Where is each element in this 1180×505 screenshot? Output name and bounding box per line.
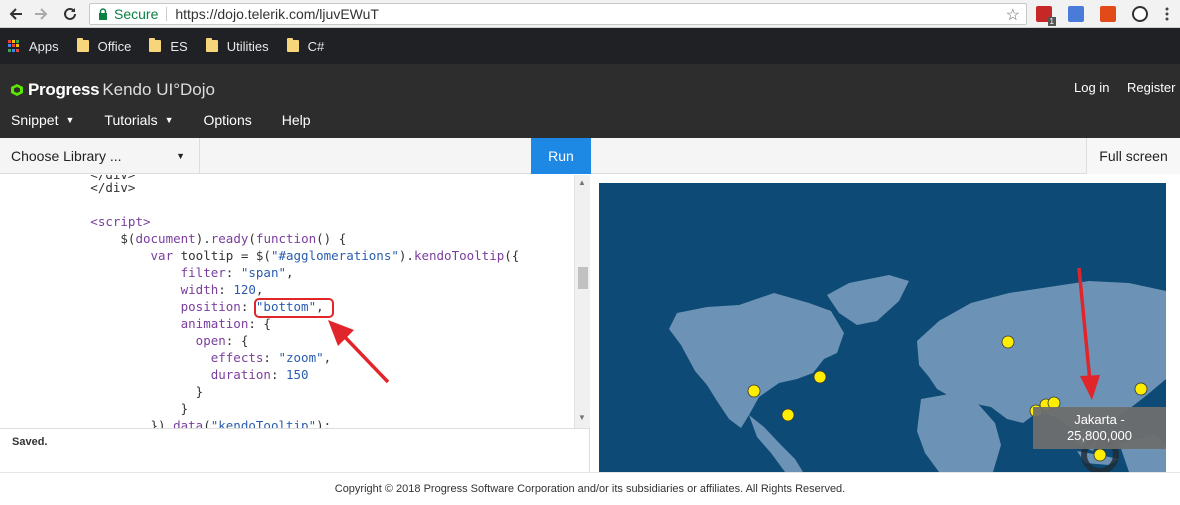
reload-icon[interactable]: [60, 4, 80, 24]
menu-snippet[interactable]: Snippet ▼: [11, 112, 74, 128]
code-line: animation: {: [0, 316, 271, 331]
page-footer: Copyright © 2018 Progress Software Corpo…: [0, 472, 1180, 496]
menu-label: Help: [281, 112, 311, 128]
bookmark-csharp[interactable]: C#: [286, 38, 325, 54]
library-select[interactable]: Choose Library ... ▼: [0, 138, 200, 174]
bookmark-es[interactable]: ES: [149, 38, 188, 54]
code-line: duration: 150: [0, 367, 309, 382]
code-line: var tooltip = $("#agglomerations").kendo…: [0, 248, 520, 263]
folder-icon: [149, 38, 162, 52]
north-america-shape: [669, 293, 844, 428]
bookmarks-bar: Apps Office ES Utilities C#: [0, 28, 1180, 64]
bookmark-label: Utilities: [226, 38, 269, 54]
central-america-shape: [749, 415, 803, 472]
code-line: filter: "span",: [0, 265, 294, 280]
editor-toolbar: Choose Library ... ▼ Run Full screen: [0, 138, 1180, 174]
menu-label: Options: [203, 112, 252, 128]
brand-logo[interactable]: Progress Kendo UI°Dojo: [10, 80, 215, 100]
editor-scrollbar[interactable]: ▲ ▼: [574, 175, 590, 428]
chrome-menu-icon[interactable]: [1157, 4, 1177, 24]
annotation-highlight-box: [254, 298, 334, 318]
bookmark-label: C#: [307, 38, 325, 54]
tooltip-population: 25,800,000: [1066, 428, 1133, 443]
bookmark-label: Apps: [29, 38, 59, 54]
bookmark-utilities[interactable]: Utilities: [205, 38, 269, 54]
city-marker: [747, 384, 761, 398]
brand-progress: Progress: [28, 80, 100, 99]
folder-icon: [205, 38, 218, 52]
code-line: }).data("kendoTooltip");: [0, 418, 332, 428]
extension-badge: 1: [1047, 17, 1056, 26]
code-line: }: [0, 401, 189, 416]
privacy-extension-icon[interactable]: [1132, 6, 1148, 22]
folder-icon: [76, 38, 89, 52]
menu-help[interactable]: Help: [282, 112, 311, 128]
lock-icon: [99, 8, 107, 20]
code-line: open: {: [0, 333, 249, 348]
city-marker: [781, 408, 795, 422]
ublock-extension-icon[interactable]: 1: [1036, 6, 1056, 26]
code-editor[interactable]: </div> </div> <script> $(document).ready…: [0, 175, 590, 428]
bookmark-apps[interactable]: Apps: [8, 39, 59, 54]
browser-toolbar: Secure https://dojo.telerik.com/ljuvEWuT…: [0, 0, 1180, 28]
bookmark-office[interactable]: Office: [76, 38, 132, 54]
scrollbar-thumb[interactable]: [578, 267, 588, 289]
folder-icon: [286, 38, 299, 52]
caret-down-icon: ▼: [65, 115, 75, 125]
bookmark-star-icon[interactable]: ☆: [1006, 5, 1020, 25]
code-line: }: [0, 384, 204, 399]
city-marker: [1093, 448, 1107, 462]
library-select-value: Choose Library ...: [11, 148, 122, 164]
scroll-up-icon[interactable]: ▲: [578, 178, 586, 187]
menu-options[interactable]: Options: [204, 112, 252, 128]
main-menu: Snippet ▼ Tutorials ▼ Options Help: [11, 112, 341, 128]
full-screen-button[interactable]: Full screen: [1086, 138, 1180, 174]
menu-label: Snippet: [11, 112, 59, 128]
caret-down-icon: ▼: [176, 151, 185, 161]
copyright-text: Copyright © 2018 Progress Software Corpo…: [334, 483, 846, 495]
office-extension-icon[interactable]: [1100, 6, 1116, 22]
menu-tutorials[interactable]: Tutorials ▼: [104, 112, 173, 128]
code-line: </div>: [0, 180, 136, 195]
brand-product: Kendo UI°Dojo: [102, 80, 215, 99]
city-marker: [1001, 335, 1015, 349]
city-marker: [813, 370, 827, 384]
secure-label: Secure: [114, 6, 159, 22]
apps-grid-icon: [8, 40, 20, 52]
tooltip-city: Jakarta -: [1074, 412, 1125, 427]
map-tooltip: Jakarta - 25,800,000: [1033, 407, 1166, 449]
login-link[interactable]: Log in: [1074, 80, 1109, 95]
bookmark-label: Office: [97, 38, 132, 54]
forward-icon[interactable]: [31, 4, 51, 24]
caret-down-icon: ▼: [164, 115, 174, 125]
code-line: $(document).ready(function() {: [0, 231, 347, 246]
scroll-down-icon[interactable]: ▼: [578, 413, 586, 422]
translate-extension-icon[interactable]: [1068, 6, 1084, 22]
progress-logo-icon: [11, 84, 23, 96]
city-marker: [1134, 382, 1148, 396]
greenland-shape: [827, 275, 909, 325]
app-header: Progress Kendo UI°Dojo Log in Register S…: [0, 64, 1180, 138]
code-line: width: 120,: [0, 282, 264, 297]
run-button[interactable]: Run: [531, 138, 591, 174]
menu-label: Tutorials: [104, 112, 158, 128]
url-text: https://dojo.telerik.com/ljuvEWuT: [175, 6, 379, 22]
register-link[interactable]: Register: [1127, 80, 1175, 95]
separator: [166, 7, 168, 21]
code-line: <script>: [0, 214, 151, 229]
save-status: Saved.: [12, 436, 48, 448]
status-bar: Saved.: [0, 428, 590, 472]
address-bar[interactable]: Secure https://dojo.telerik.com/ljuvEWuT…: [89, 3, 1027, 25]
back-icon[interactable]: [6, 4, 26, 24]
bookmark-label: ES: [170, 38, 188, 54]
code-line: effects: "zoom",: [0, 350, 332, 365]
